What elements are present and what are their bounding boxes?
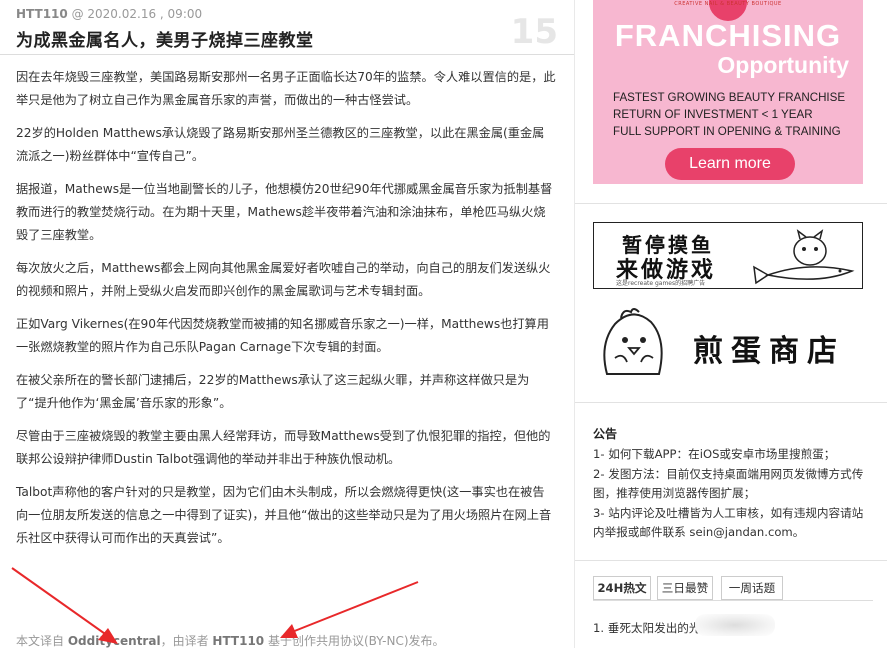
post-attribution: 本文译自 Odditycentral，由译者 HTT110 基于创作共用协议(B… xyxy=(16,632,445,648)
tabs-divider xyxy=(593,600,873,601)
sidebar-divider xyxy=(575,203,887,204)
post-paragraph: 因在去年烧毁三座教堂，美国路易斯安那州一名男子正面临长达70年的监禁。令人难以置… xyxy=(16,70,556,107)
post-paragraph: 正如Varg Vikernes(在90年代因焚烧教堂而被捕的知名挪威音乐家之一)… xyxy=(16,317,549,354)
shop-ad-text: 煎蛋商店 xyxy=(693,334,845,369)
notice-item[interactable]: 3- 站内评论及吐槽皆为人工审核，如有违规内容请站内举报或邮件联系 sein@j… xyxy=(593,504,873,543)
jandan-shop-ad[interactable]: 煎蛋商店 xyxy=(593,304,863,384)
post-paragraph: 据报道，Mathews是一位当地副警长的儿子，他想模仿20世纪90年代挪威黑金属… xyxy=(16,182,553,242)
post-author[interactable]: HTT110 xyxy=(16,7,68,21)
franchise-ad[interactable]: CREATIVE NAIL & BEAUTY BOUTIQUE FRANCHIS… xyxy=(593,0,863,184)
learn-more-button[interactable]: Learn more xyxy=(665,148,795,180)
notice-item: 2- 发图方法：目前仅支持桌面端用网页发微博方式传图，推荐使用浏览器传图扩展； xyxy=(593,466,864,501)
post-meta: HTT110 @ 2020.02.16 , 09:00 xyxy=(16,7,202,21)
franchise-ad-line: FULL SUPPORT IN OPENING & TRAINING xyxy=(613,125,841,138)
post-paragraph: 22岁的Holden Matthews承认烧毁了路易斯安那州圣兰德教区的三座教堂… xyxy=(16,126,545,163)
post-paragraph: 尽管由于三座被烧毁的教堂主要由黑人经常拜访，而导致Matthews受到了仇恨犯罪… xyxy=(16,429,551,466)
tab-24h-hot[interactable]: 24H热文 xyxy=(593,576,651,600)
franchise-ad-headline: FRANCHISING xyxy=(614,18,842,53)
post-comment-count[interactable]: 15 xyxy=(511,12,558,52)
article-panel: HTT110 @ 2020.02.16 , 09:00 15 为成黑金属名人，美… xyxy=(0,0,574,648)
sidebar-divider xyxy=(575,402,887,403)
tab-week-topics[interactable]: 一周话题 xyxy=(721,576,783,600)
game-recruit-ad[interactable]: 暂停摸鱼 来做游戏 这是recreate games的招聘广告 xyxy=(593,222,863,289)
title-divider xyxy=(0,54,574,55)
attribution-middle: ，由译者 xyxy=(160,634,209,648)
franchise-ad-line: RETURN OF INVESTMENT < 1 YEAR xyxy=(613,108,813,121)
notice-item: 1- 如何下载APP：在iOS或安卓市场里搜煎蛋； xyxy=(593,447,836,461)
attribution-translator-link[interactable]: HTT110 xyxy=(212,634,264,648)
game-ad-subtitle: 这是recreate games的招聘广告 xyxy=(616,280,706,287)
attribution-prefix: 本文译自 xyxy=(16,634,65,648)
notice-panel: 公告 1- 如何下载APP：在iOS或安卓市场里搜煎蛋； 2- 发图方法：目前仅… xyxy=(593,425,873,543)
post-paragraph: 每次放火之后，Matthews都会上网向其他黑金属爱好者吹嘘自己的举动，向自己的… xyxy=(16,261,551,298)
sidebar-divider xyxy=(575,560,887,561)
franchise-ad-lines: FASTEST GROWING BEAUTY FRANCHISE RETURN … xyxy=(613,89,845,140)
sidebar: CREATIVE NAIL & BEAUTY BOUTIQUE FRANCHIS… xyxy=(575,0,887,648)
blurred-overlay xyxy=(695,614,775,636)
hot-list-item[interactable]: 1. 垂死太阳发出的光 xyxy=(593,620,701,636)
attribution-suffix: 基于创作共用协议(BY-NC)发布。 xyxy=(267,634,445,648)
fish-cat-illustration-icon xyxy=(753,229,855,285)
post-paragraph: 在被父亲所在的警长部门逮捕后，22岁的Matthews承认了这三起纵火罪，并声称… xyxy=(16,373,530,410)
attribution-source-link[interactable]: Odditycentral xyxy=(68,634,161,648)
notice-heading: 公告 xyxy=(593,427,618,441)
post-date: @ 2020.02.16 , 09:00 xyxy=(71,7,203,21)
red-arrow-right-icon xyxy=(280,581,419,638)
post-title: 为成黑金属名人，美男子烧掉三座教堂 xyxy=(16,31,314,51)
tab-3day-top[interactable]: 三日最赞 xyxy=(657,576,713,600)
post-paragraph: Talbot声称他的客户针对的只是教堂，因为它们由木头制成，所以会燃烧得更快(这… xyxy=(16,485,552,545)
franchise-ad-logo-text: CREATIVE NAIL & BEAUTY BOUTIQUE xyxy=(674,1,782,7)
chick-mascot-icon xyxy=(603,308,663,375)
franchise-ad-subheadline: Opportunity xyxy=(717,52,849,78)
franchise-ad-line: FASTEST GROWING BEAUTY FRANCHISE xyxy=(613,91,846,104)
post-body: 因在去年烧毁三座教堂，美国路易斯安那州一名男子正面临长达70年的监禁。令人难以置… xyxy=(16,66,556,560)
